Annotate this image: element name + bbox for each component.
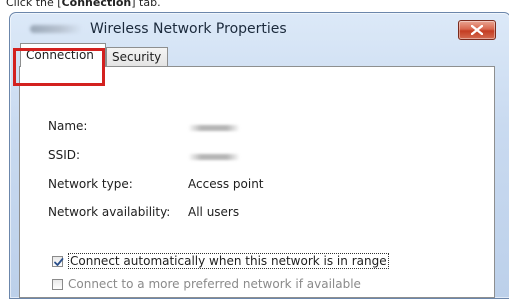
tab-security-label: Security (112, 50, 162, 64)
window-title: Wireless Network Properties (90, 21, 287, 37)
close-icon (471, 25, 483, 35)
network-type-value: Access point (188, 177, 264, 191)
checkmark-icon (54, 257, 64, 266)
network-type-row: Network type: Access point (48, 177, 264, 191)
instruction-caption: Click the [Connection] tab. (6, 0, 161, 9)
caption-suffix: ] tab. (131, 0, 161, 9)
connection-panel: Name: SSID: Network type: Access point Ne… (19, 66, 495, 298)
caption-prefix: Click the [ (6, 0, 62, 9)
redacted-network-name (30, 25, 82, 33)
caption-bold: Connection (61, 0, 132, 9)
name-label: Name: (48, 119, 88, 133)
auto-connect-checkbox[interactable] (52, 255, 64, 267)
preferred-network-checkbox[interactable] (52, 278, 63, 290)
name-row: Name: (48, 119, 188, 133)
redacted-ssid-value (188, 154, 240, 160)
preferred-network-label: Connect to a more preferred network if a… (68, 277, 361, 291)
network-type-label: Network type: (48, 177, 133, 191)
availability-label: Network availability: (48, 205, 171, 219)
tab-security[interactable]: Security (106, 47, 168, 67)
ssid-row: SSID: (48, 148, 188, 162)
availability-row: Network availability: All users (48, 205, 239, 219)
redacted-name-value (188, 125, 240, 131)
ssid-label: SSID: (48, 148, 81, 162)
highlight-annotation (13, 48, 105, 86)
auto-connect-option[interactable]: Connect automatically when this network … (52, 253, 389, 269)
availability-value: All users (188, 205, 240, 219)
auto-connect-label: Connect automatically when this network … (68, 253, 389, 269)
preferred-network-option[interactable]: Connect to a more preferred network if a… (52, 277, 361, 291)
